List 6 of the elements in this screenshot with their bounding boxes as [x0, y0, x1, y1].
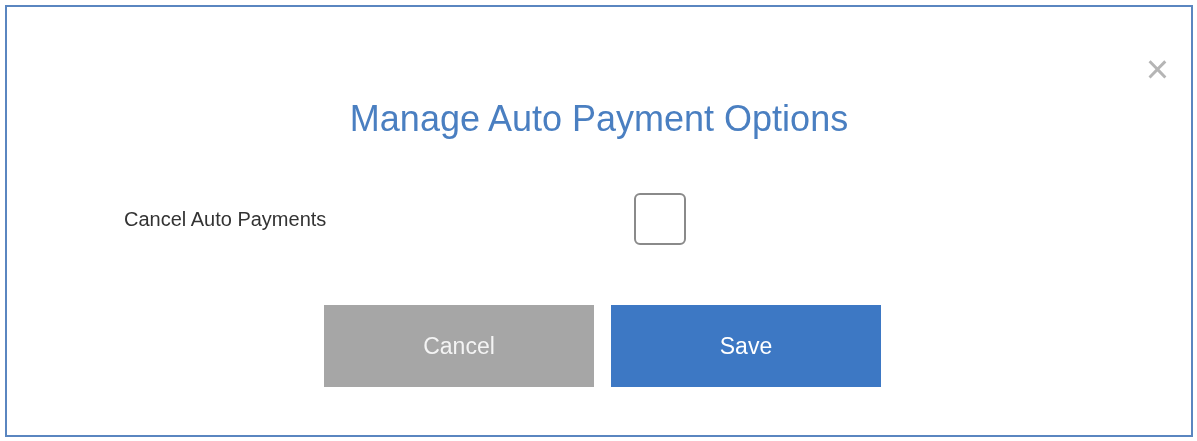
option-label: Cancel Auto Payments — [124, 207, 328, 232]
dialog-title: Manage Auto Payment Options — [349, 97, 849, 141]
save-button[interactable]: Save — [611, 305, 881, 387]
close-button[interactable]: × — [1145, 49, 1169, 89]
checkbox[interactable] — [634, 193, 686, 245]
cancel-button[interactable]: Cancel — [324, 305, 594, 387]
